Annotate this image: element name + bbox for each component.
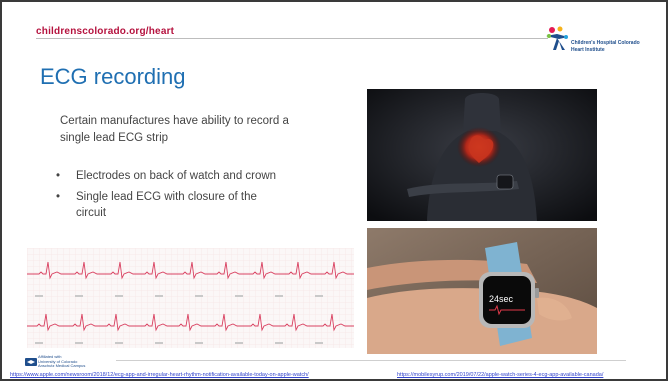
heart-institute-icon (546, 26, 568, 50)
bullet-text: Electrodes on back of watch and crown (76, 170, 277, 182)
bullet-item: • Electrodes on back of watch and crown (56, 170, 277, 182)
intro-text: Certain manufactures have ability to rec… (60, 115, 289, 144)
logo-text: Children's Hospital Colorado Heart Insti… (571, 40, 640, 54)
header-url: childrenscolorado.org/heart (36, 26, 175, 37)
footer-divider (116, 360, 626, 361)
bullet-list: • Electrodes on back of watch and crown •… (54, 168, 289, 226)
watch-timer: 24sec (489, 294, 514, 304)
hospital-logo: Children's Hospital Colorado Heart Insti… (542, 24, 660, 64)
ecg-strip-image (27, 248, 354, 348)
affiliation-text: Affiliated with University of Colorado A… (38, 354, 86, 369)
slide-title: ECG recording (40, 64, 186, 89)
logo-line-1: Children's Hospital Colorado (571, 40, 640, 46)
source-link-mobilesyrup[interactable]: https://mobilesyrup.com/2019/07/22/apple… (397, 372, 603, 378)
bullet-text: Single lead ECG with closure of the circ… (76, 191, 257, 219)
affiliation-line-3: Anschutz Medical Campus (38, 363, 86, 369)
slide: childrenscolorado.org/heart Children's H… (2, 2, 666, 379)
apple-watch-photo: 24sec (367, 228, 597, 354)
header-divider (36, 38, 548, 39)
logo-line-2: Heart Institute (571, 47, 605, 53)
heart-anatomy-photo (367, 89, 597, 221)
source-link-apple[interactable]: https://www.apple.com/newsroom/2018/12/e… (10, 372, 309, 378)
university-logo-icon (25, 358, 37, 366)
bullet-item: • Single lead ECG with closure of the cir… (56, 191, 257, 219)
